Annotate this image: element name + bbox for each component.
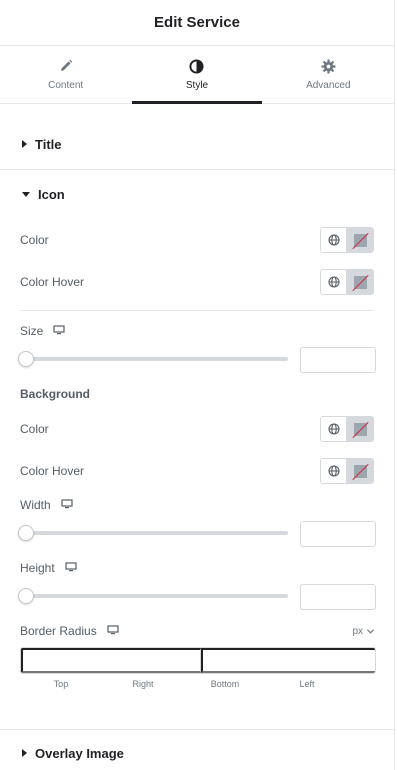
width-input[interactable] [300, 521, 376, 547]
globe-icon[interactable] [321, 270, 348, 294]
empty-color-swatch[interactable] [347, 270, 373, 294]
caret-right-icon [22, 140, 27, 148]
divider [0, 729, 394, 730]
height-slider[interactable] [18, 588, 288, 604]
icon-color-control: Color [20, 226, 374, 254]
gear-icon [320, 58, 336, 74]
icon-color-hover-control: Color Hover [20, 268, 374, 296]
section-overlay-label: Overlay Image [35, 745, 124, 761]
icon-color-hover-label: Color Hover [20, 275, 85, 289]
height-input[interactable] [300, 584, 376, 610]
tab-label: Advanced [306, 80, 351, 91]
bg-color-picker[interactable] [320, 416, 374, 442]
width-header: Width [20, 496, 374, 514]
empty-color-swatch[interactable] [347, 417, 373, 441]
icon-size-slider[interactable] [18, 351, 288, 367]
height-label-wrap: Height [20, 561, 77, 575]
dim-label-bottom: Bottom [210, 679, 240, 689]
section-icon-label: Icon [38, 186, 65, 202]
tab-label: Style [185, 80, 209, 91]
icon-size-header: Size [20, 322, 374, 340]
height-label: Height [20, 561, 55, 575]
desktop-icon[interactable] [61, 498, 73, 512]
radius-right-input[interactable] [201, 648, 375, 673]
tab-label: Content [48, 80, 84, 91]
section-overlay-toggle[interactable]: Overlay Image [0, 733, 394, 770]
globe-icon[interactable] [321, 228, 348, 252]
border-radius-inputs [20, 647, 376, 674]
pencil-icon [58, 58, 74, 74]
bg-color-control: Color [20, 415, 374, 443]
width-slider[interactable] [18, 525, 288, 541]
caret-right-icon [22, 749, 27, 757]
section-icon-toggle[interactable]: Icon [0, 174, 394, 214]
tab-content[interactable]: Content [0, 46, 131, 103]
dim-label-left: Left [299, 679, 315, 689]
tab-style[interactable]: Style [131, 46, 262, 104]
globe-icon[interactable] [321, 417, 348, 441]
unit-selector[interactable]: px [352, 626, 374, 637]
border-radius-label-wrap: Border Radius [20, 624, 119, 638]
bg-color-hover-control: Color Hover [20, 457, 374, 485]
empty-color-swatch[interactable] [347, 459, 373, 483]
border-radius-label: Border Radius [20, 624, 97, 638]
desktop-icon[interactable] [107, 624, 119, 638]
unit-value: px [352, 625, 363, 637]
icon-color-hover-picker[interactable] [320, 269, 374, 295]
icon-size-label-wrap: Size [20, 324, 65, 338]
slider-handle[interactable] [18, 351, 34, 367]
dim-label-right: Right [132, 679, 154, 689]
radius-top-input[interactable] [21, 648, 201, 673]
background-heading-row: Background [20, 385, 374, 403]
divider [20, 310, 374, 311]
bg-color-label: Color [20, 422, 49, 436]
icon-size-label: Size [20, 324, 44, 338]
height-header: Height [20, 559, 374, 577]
icon-color-label: Color [20, 233, 49, 247]
section-title-toggle[interactable]: Title [0, 124, 394, 164]
editor-panel: Edit Service Content Style Advanced Titl… [0, 0, 395, 770]
bg-color-hover-picker[interactable] [320, 458, 374, 484]
icon-color-picker[interactable] [320, 227, 374, 253]
tab-advanced[interactable]: Advanced [263, 46, 394, 103]
slider-handle[interactable] [18, 525, 34, 541]
width-label: Width [20, 498, 51, 512]
width-label-wrap: Width [20, 498, 73, 512]
section-title-label: Title [35, 136, 62, 152]
background-heading: Background [20, 387, 91, 401]
panel-title: Edit Service [154, 14, 240, 31]
globe-icon[interactable] [321, 459, 348, 483]
contrast-icon [189, 58, 205, 74]
empty-color-swatch[interactable] [347, 228, 373, 252]
icon-size-input[interactable] [300, 347, 376, 373]
panel-header: Edit Service [0, 0, 394, 46]
border-radius-header: Border Radius px [20, 622, 374, 640]
caret-down-icon [22, 191, 30, 197]
dimension-labels: Top Right Bottom Left [20, 679, 348, 689]
desktop-icon[interactable] [53, 324, 65, 338]
slider-handle[interactable] [18, 588, 34, 604]
tab-bar: Content Style Advanced [0, 46, 394, 104]
dim-label-top: Top [53, 679, 69, 689]
bg-color-hover-label: Color Hover [20, 464, 85, 478]
chevron-down-icon [367, 628, 374, 634]
desktop-icon[interactable] [65, 561, 77, 575]
